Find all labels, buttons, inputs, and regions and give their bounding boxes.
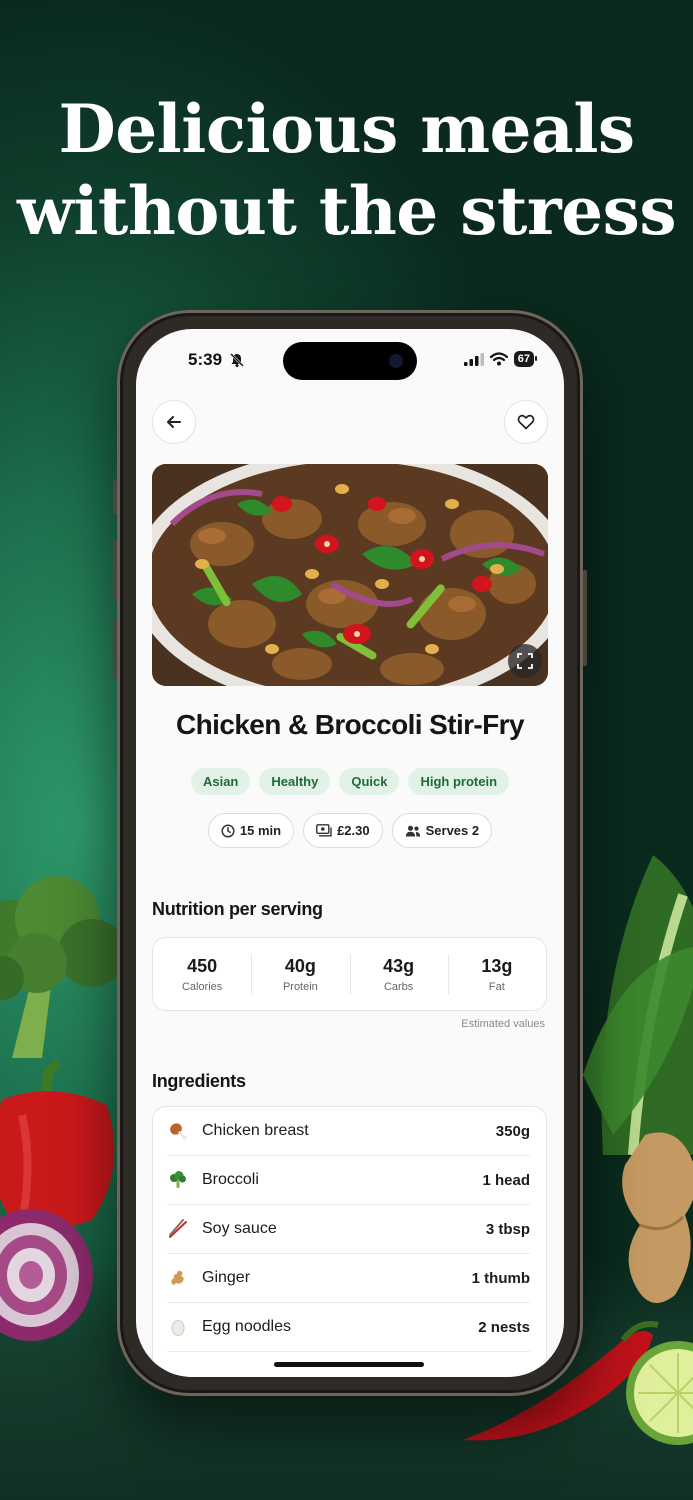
back-button[interactable] (152, 400, 196, 444)
ingredient-name: Ginger (202, 1269, 251, 1286)
chicken-leg-icon (167, 1120, 189, 1142)
ingredient-row[interactable]: Broccoli 1 head (167, 1156, 530, 1205)
tag-quick[interactable]: Quick (339, 768, 400, 795)
nutrition-label: Calories (181, 981, 223, 993)
ingredient-name: Soy sauce (202, 1220, 277, 1237)
headline-line-2: without the stress (17, 172, 677, 250)
ingredient-name: Broccoli (202, 1171, 259, 1188)
ingredient-row[interactable]: Soy sauce 3 tbsp (167, 1205, 530, 1254)
nutrition-value: 40g (284, 956, 316, 976)
dynamic-island (283, 342, 417, 380)
cook-time-chip: 15 min (207, 813, 295, 848)
lime-decoration (626, 1341, 693, 1445)
people-icon (405, 825, 420, 836)
chopsticks-icon (167, 1218, 189, 1240)
ginger-icon (167, 1267, 189, 1289)
nutrition-label: Carbs (383, 981, 414, 993)
heart-icon (517, 414, 535, 430)
wifi-icon (489, 352, 508, 366)
nutrition-value: 43g (383, 956, 415, 976)
phone-frame: 5:39 67 Chicken & Broccoli Stir-Fry Asia… (113, 310, 587, 1396)
cellular-signal-icon (463, 352, 484, 366)
power-button (583, 570, 587, 666)
nutrition-card: 450 Calories 40g Protein 43g Carbs 13g F… (152, 937, 547, 1011)
red-onion-decoration (0, 1209, 93, 1341)
nutrition-calories: 450 Calories (153, 938, 251, 1010)
tag-high-protein[interactable]: High protein (408, 768, 510, 795)
favorite-button[interactable] (504, 400, 548, 444)
nutrition-label: Protein (282, 981, 318, 993)
nutrition-heading: Nutrition per serving (152, 899, 323, 919)
stir-fry-photo (152, 464, 548, 686)
recipe-meta: 15 min £2.30 Serves 2 (136, 813, 564, 848)
nutrition-value: 450 (187, 956, 218, 976)
ingredients-heading: Ingredients (152, 1071, 246, 1091)
tag-asian[interactable]: Asian (190, 768, 251, 795)
ingredient-name: Egg noodles (202, 1318, 291, 1335)
battery-indicator: 67 (513, 351, 538, 367)
cost-value: £2.30 (337, 823, 370, 838)
ingredient-row[interactable]: Chicken breast 350g (167, 1107, 530, 1156)
ingredient-name: Chicken breast (202, 1122, 309, 1139)
ingredient-row[interactable]: Egg noodles 2 nests (167, 1303, 530, 1352)
ingredient-quantity: 1 thumb (471, 1269, 530, 1287)
egg-icon (167, 1316, 189, 1338)
tag-healthy[interactable]: Healthy (259, 768, 331, 795)
broccoli-decoration (0, 876, 122, 1058)
cook-time-value: 15 min (239, 823, 282, 838)
headline-line-1: Delicious meals (58, 90, 635, 168)
broccoli-icon (167, 1169, 189, 1191)
recipe-title: Chicken & Broccoli Stir-Fry (176, 709, 524, 740)
servings-value: Serves 2 (425, 823, 480, 838)
status-time: 5:39 (188, 350, 223, 369)
estimated-values-note: Estimated values (461, 1018, 545, 1030)
action-button (113, 480, 117, 514)
status-indicators: 67 (463, 351, 538, 367)
app-screen: 5:39 67 Chicken & Broccoli Stir-Fry Asia… (136, 329, 564, 1377)
nutrition-fat: 13g Fat (447, 938, 546, 1010)
bok-choy-decoration (583, 855, 693, 1155)
ingredient-quantity: 350g (495, 1122, 530, 1140)
home-indicator[interactable] (274, 1362, 424, 1367)
ingredient-row[interactable]: Ginger 1 thumb (167, 1254, 530, 1303)
marketing-headline: Delicious meals without the stress (0, 88, 693, 252)
silent-bell-icon (230, 353, 244, 367)
cost-chip: £2.30 (303, 813, 383, 848)
ingredient-quantity: 1 head (482, 1171, 530, 1189)
ginger-root-decoration (622, 1132, 693, 1303)
ingredient-quantity: 3 tbsp (485, 1220, 530, 1238)
clock-icon (221, 823, 235, 838)
money-icon (316, 824, 332, 837)
servings-chip: Serves 2 (391, 813, 493, 848)
volume-down-button (113, 618, 117, 680)
recipe-tags: Asian Healthy Quick High protein (136, 768, 564, 795)
volume-up-button (113, 540, 117, 602)
nutrition-protein: 40g Protein (251, 938, 349, 1010)
expand-image-button[interactable] (508, 644, 542, 678)
nutrition-label: Fat (488, 981, 505, 993)
nutrition-value: 13g (481, 956, 513, 976)
recipe-hero-image[interactable] (152, 464, 548, 686)
expand-icon (517, 653, 533, 669)
ingredients-list: Chicken breast 350g Broccoli 1 head Soy … (152, 1106, 547, 1377)
arrow-left-icon (167, 416, 181, 428)
ingredient-quantity: 2 nests (478, 1318, 530, 1336)
nutrition-carbs: 43g Carbs (349, 938, 448, 1010)
